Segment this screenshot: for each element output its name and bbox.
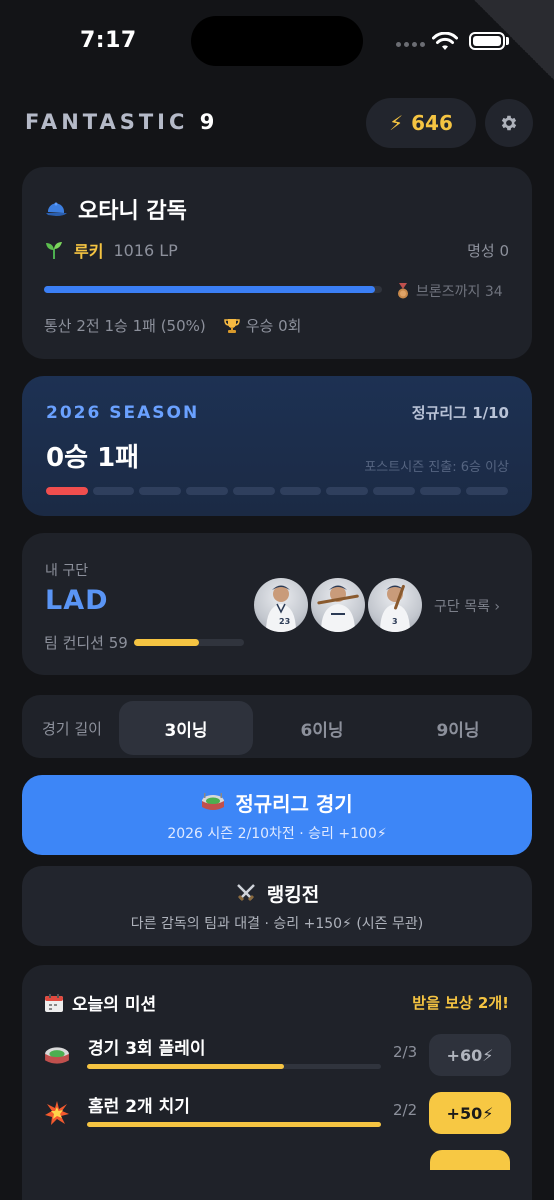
length-option-6[interactable]: 6이닝 (255, 701, 389, 755)
season-record: 0승 1패 (46, 443, 140, 473)
season-progress-segments (46, 487, 509, 495)
rank-row: 루키 1016 LP (44, 238, 178, 262)
ranked-match-title: 랭킹전 (266, 883, 320, 906)
sprout-icon (46, 242, 62, 259)
team-caption: 내 구단 (45, 563, 89, 579)
condition-bar (133, 639, 244, 646)
season-game-segment (466, 487, 509, 495)
bronze-medal-icon (398, 283, 408, 299)
crossed-swords-icon (236, 884, 255, 902)
mission-row: 홈런 2개 치기 2/2 +50⚡ (44, 1092, 511, 1136)
ranked-match-button[interactable]: 랭킹전 다른 감독의 팀과 대결 · 승리 +150⚡ (시즌 무관) (22, 866, 532, 946)
regular-league-title: 정규리그 경기 (235, 791, 353, 816)
career-record: 통산 2전 1승 1패 (50%) (44, 317, 206, 335)
manager-name: 오타니 감독 (78, 199, 187, 224)
missions-title-row: 오늘의 미션 (44, 990, 156, 1015)
player-figure-icon (317, 585, 359, 632)
app-title-main: FANTASTIC (25, 110, 189, 134)
regular-league-subtitle: 2026 시즌 2/10차전 · 승리 +100⚡ (167, 825, 387, 842)
settings-button[interactable] (485, 99, 533, 147)
stadium-icon (45, 1047, 69, 1064)
player-avatar (311, 578, 365, 632)
season-game-segment (419, 487, 462, 495)
mission-progress-fill (87, 1122, 381, 1127)
mission-count: 2/2 (393, 1101, 418, 1119)
wifi-icon (432, 32, 458, 50)
postseason-requirement: 포스트시즌 진출: 6승 이상 (364, 460, 509, 475)
missions-title: 오늘의 미션 (72, 995, 157, 1015)
trophy-icon (223, 318, 240, 333)
team-abbreviation: LAD (45, 585, 109, 616)
mission-progress-fill (87, 1064, 284, 1069)
roster-link[interactable]: 구단 목록 › (434, 596, 500, 616)
baseball-cap-icon (46, 202, 67, 216)
mission-reward-button[interactable]: +60⚡ (429, 1034, 511, 1076)
condition-fill (133, 639, 199, 646)
season-game-segment (279, 487, 322, 495)
mission-count: 2/3 (393, 1043, 418, 1061)
calendar-icon (45, 993, 63, 1012)
lp-progress-fill (44, 286, 376, 293)
season-game-segment (46, 487, 88, 495)
season-game-segment (326, 487, 368, 495)
battery-icon (469, 32, 505, 50)
lightning-icon: ⚡ (389, 111, 404, 135)
team-condition-label: 팀 컨디션 59 (44, 634, 128, 652)
mission-progress-bar (87, 1064, 381, 1069)
season-game-segment (372, 487, 415, 495)
player-number: 23 (279, 617, 290, 626)
lp-progress-bar (44, 286, 382, 293)
dynamic-island (191, 16, 363, 66)
explosion-icon (45, 1101, 69, 1125)
manager-name-row: 오타니 감독 (44, 193, 187, 225)
team-condition: 팀 컨디션 59 (44, 632, 244, 653)
points-pill[interactable]: ⚡ 646 (366, 98, 476, 148)
game-length-label: 경기 길이 (42, 720, 102, 738)
season-label: 2026 SEASON (46, 403, 200, 423)
battery-tip (506, 37, 509, 45)
mission-progress-bar (87, 1122, 381, 1127)
ranked-match-subtitle: 다른 감독의 팀과 대결 · 승리 +150⚡ (시즌 무관) (130, 915, 424, 932)
stadium-icon (202, 793, 225, 810)
player-figure-icon: 3 (380, 584, 410, 632)
mission-row: 경기 3회 플레이 2/3 +60⚡ (44, 1034, 511, 1078)
app-title: FANTASTIC 9 (25, 110, 218, 134)
mission-reward-button-partial[interactable] (430, 1150, 510, 1170)
championships: 우승 0회 (245, 317, 302, 335)
player-avatar: 3 (368, 578, 422, 632)
season-game-segment (139, 487, 182, 495)
next-tier-label: 브론즈까지 34 (416, 284, 503, 300)
season-round: 정규리그 1/10 (411, 404, 509, 422)
career-record-row: 통산 2전 1승 1패 (50%) 우승 0회 (44, 315, 301, 336)
fame-value: 명성 0 (467, 242, 509, 260)
player-number: 3 (392, 617, 398, 626)
mission-reward-button[interactable]: +50⚡ (429, 1092, 511, 1134)
player-avatars: 23 3 (254, 578, 422, 632)
mission-name: 홈런 2개 치기 (88, 1097, 190, 1117)
status-time: 7:17 (80, 28, 137, 53)
length-option-3[interactable]: 3이닝 (119, 701, 253, 755)
season-game-segment (232, 487, 275, 495)
app-title-number: 9 (199, 110, 219, 134)
rank-name: 루키 (74, 242, 104, 261)
mission-name: 경기 3회 플레이 (88, 1039, 206, 1059)
season-game-segment (186, 487, 228, 495)
cellular-signal-icon (396, 42, 425, 47)
length-option-9[interactable]: 9이닝 (391, 701, 525, 755)
next-tier: 브론즈까지 34 (396, 281, 503, 301)
player-figure-icon: 23 (266, 585, 296, 632)
regular-league-button[interactable]: 정규리그 경기 2026 시즌 2/10차전 · 승리 +100⚡ (22, 775, 532, 855)
gear-icon (501, 115, 517, 131)
lp-value: 1016 LP (113, 240, 178, 260)
season-game-segment (92, 487, 135, 495)
points-value: 646 (411, 111, 453, 135)
player-avatar: 23 (254, 578, 308, 632)
missions-reward-status: 받을 보상 2개! (412, 994, 509, 1012)
